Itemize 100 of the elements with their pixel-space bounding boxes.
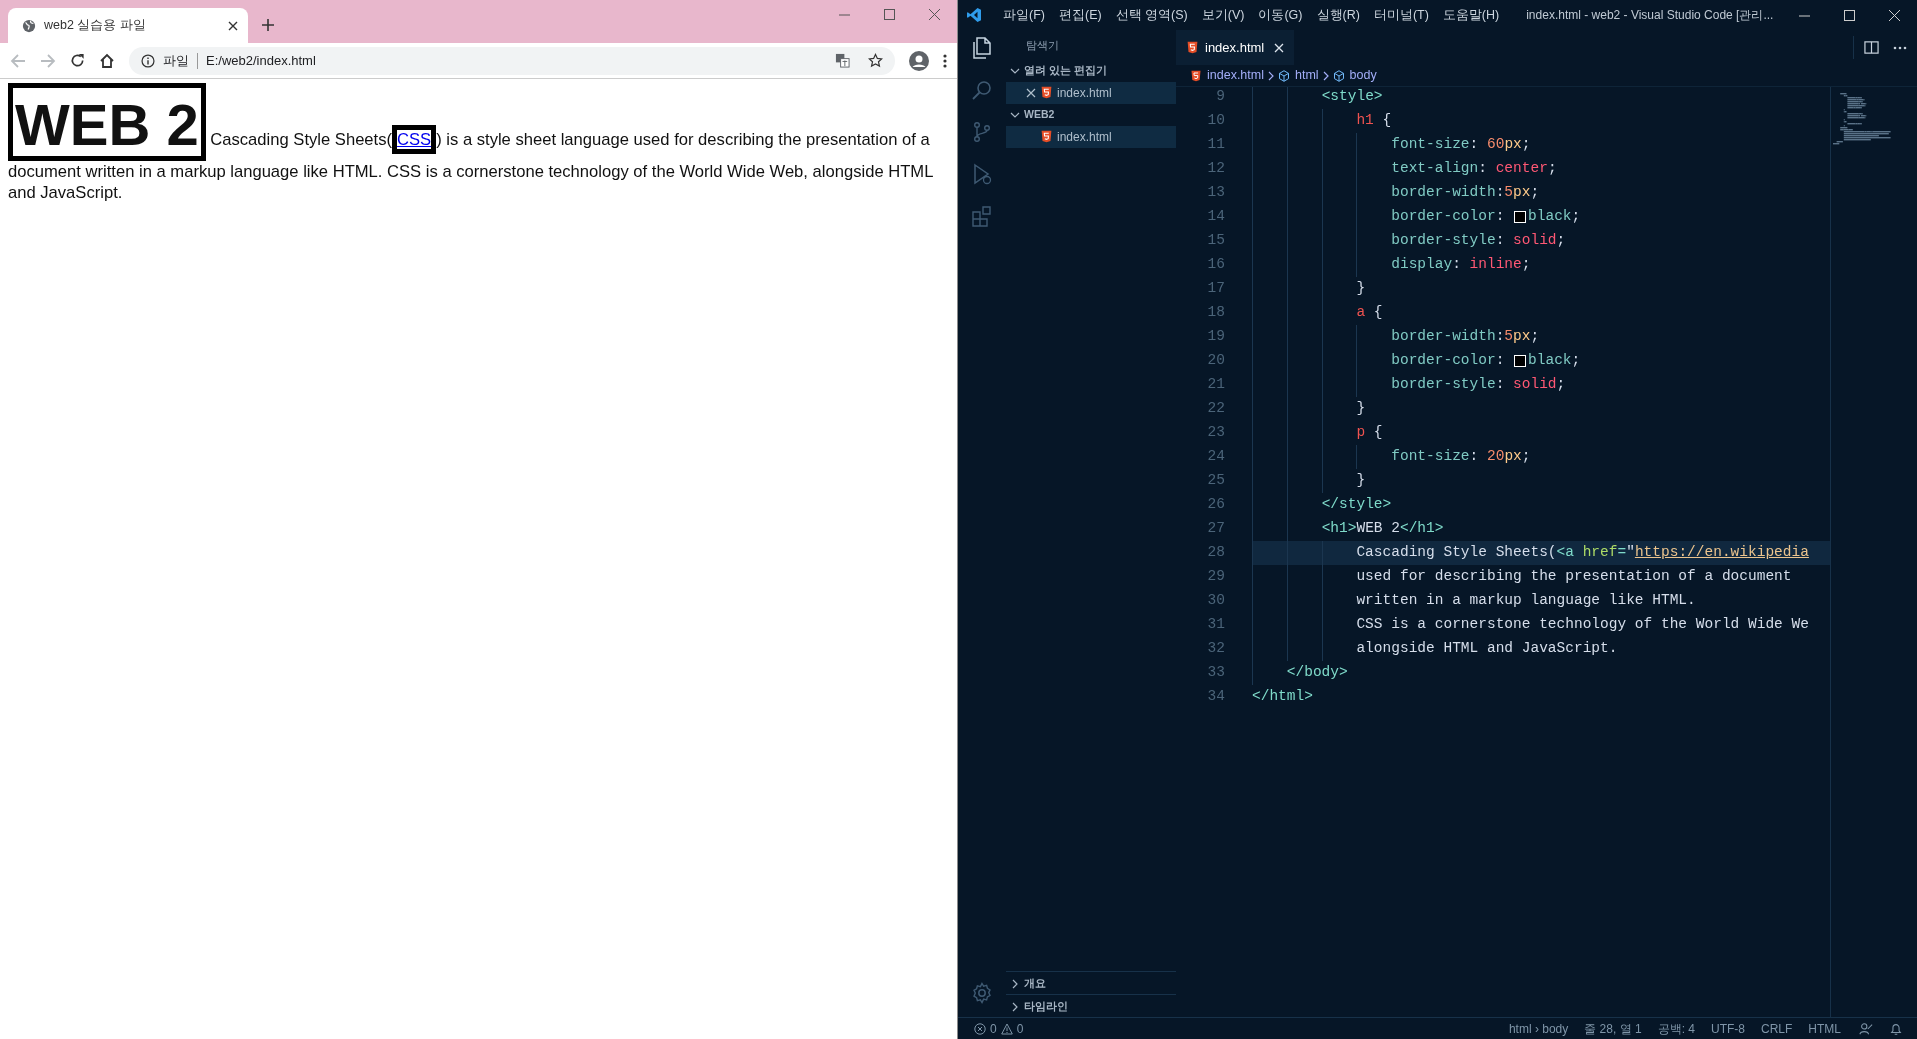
line-number: 17: [1206, 279, 1225, 299]
section-header[interactable]: 열려 있는 편집기: [1006, 59, 1176, 82]
translate-icon[interactable]: [835, 53, 850, 68]
home-icon[interactable]: [99, 52, 115, 69]
code-text: h1 {: [1356, 111, 1392, 131]
menu-item[interactable]: 터미널(T): [1366, 5, 1436, 25]
code-text: border-color:: [1391, 351, 1506, 371]
section-header[interactable]: 타임라인: [1006, 995, 1176, 1017]
menu-item[interactable]: 파일(F): [996, 5, 1052, 25]
settings-icon[interactable]: [970, 981, 994, 1005]
line-number: 20: [1206, 351, 1225, 371]
code-text: }: [1356, 471, 1366, 491]
code-text: </style>: [1321, 495, 1392, 515]
code-text: border-style: solid;: [1391, 375, 1566, 395]
line-number: 19: [1206, 327, 1225, 347]
files-icon[interactable]: [970, 36, 994, 60]
menu-item[interactable]: 도움말(H): [1435, 5, 1507, 25]
warning-icon: [1000, 1022, 1013, 1035]
feedback-icon[interactable]: [1859, 1021, 1873, 1036]
file-item[interactable]: index.html: [1006, 125, 1176, 148]
line-number: 29: [1206, 567, 1225, 587]
problems-button[interactable]: 0 0: [966, 1019, 1032, 1038]
page-paragraph: document written in a markup language like HTML. CSS is a cornerstone technology of the World Wide Web, alongside HTML and JavaScript.: [8, 161, 934, 203]
menu-item[interactable]: 선택 영역(S): [1108, 5, 1195, 25]
editor-tab[interactable]: index.html: [1176, 30, 1295, 65]
line-number: 22: [1206, 399, 1225, 419]
chevron-icon: [1010, 978, 1020, 989]
close-icon[interactable]: [228, 20, 238, 31]
browser-tab[interactable]: web2 실습용 파일: [8, 8, 248, 43]
code-text: </html>: [1252, 687, 1313, 707]
status-item[interactable]: HTML: [1800, 1019, 1849, 1038]
line-number: 23: [1206, 423, 1225, 443]
menu-item[interactable]: 실행(R): [1309, 5, 1367, 25]
code-text: font-size: 60px;: [1391, 135, 1531, 155]
line-number: 26: [1206, 495, 1225, 515]
status-item[interactable]: html › body: [1500, 1019, 1577, 1038]
html-file-icon: [1190, 69, 1202, 82]
address-bar[interactable]: 파일 E:/web2/index.html: [129, 46, 895, 75]
breadcrumb-item[interactable]: index.html: [1190, 66, 1264, 85]
line-number: 15: [1206, 231, 1225, 251]
menu-icon[interactable]: [943, 53, 947, 68]
line-number: 27: [1206, 519, 1225, 539]
breadcrumb-item[interactable]: html: [1278, 66, 1319, 85]
star-icon[interactable]: [868, 53, 883, 68]
sidebar-title: 탐색기: [1025, 38, 1060, 53]
menu-item[interactable]: 이동(G): [1251, 5, 1310, 25]
split-editor-icon[interactable]: [1864, 40, 1879, 55]
menu-item[interactable]: 편집(E): [1051, 5, 1109, 25]
code-text: border-style: solid;: [1391, 231, 1566, 251]
html-file-icon: [1040, 86, 1053, 100]
color-swatch-icon: [1514, 211, 1527, 223]
code-text: p {: [1356, 423, 1383, 443]
menu-item[interactable]: 보기(V): [1194, 5, 1252, 25]
code-text: </body>: [1286, 663, 1348, 683]
line-number: 16: [1206, 255, 1225, 275]
url-text: E:/web2/index.html: [206, 51, 317, 70]
status-item[interactable]: UTF-8: [1703, 1019, 1753, 1038]
status-item[interactable]: 줄 28, 열 1: [1576, 1019, 1650, 1038]
code-text: display: inline;: [1391, 255, 1531, 275]
code-text: written in a markup language like HTML.: [1356, 591, 1696, 611]
code-text: alongside HTML and JavaScript.: [1356, 639, 1618, 659]
line-number: 33: [1206, 663, 1225, 683]
section-header[interactable]: WEB2: [1006, 103, 1176, 126]
line-number: 12: [1206, 159, 1225, 179]
page-heading: WEB 2: [8, 83, 206, 161]
avatar-icon[interactable]: [909, 50, 929, 71]
vscode-logo-icon: [966, 7, 982, 23]
minimap-drawing: [1831, 91, 1891, 147]
line-number: 14: [1206, 207, 1225, 227]
line-number: 32: [1206, 639, 1225, 659]
status-item[interactable]: 공백: 4: [1649, 1019, 1703, 1038]
code-text: <style>: [1321, 87, 1383, 107]
code-text: used for describing the presentation of a document: [1356, 567, 1792, 587]
status-item[interactable]: CRLF: [1753, 1019, 1801, 1038]
line-number: 28: [1206, 543, 1225, 563]
error-icon: [974, 1022, 986, 1035]
chevron-icon: [1010, 1001, 1020, 1012]
code-text: CSS is a cornerstone technology of the World Wide We: [1356, 615, 1809, 635]
scheme-label: 파일: [163, 51, 189, 70]
search-icon[interactable]: [970, 78, 994, 102]
code-text: text-align: center;: [1391, 159, 1557, 179]
page-paragraph: Cascading Style Sheets( CSS ) is a style sheet language used for describing the presentation of a: [210, 125, 930, 154]
page-link[interactable]: CSS: [392, 125, 437, 154]
info-icon[interactable]: [141, 53, 155, 68]
new-tab-icon[interactable]: [262, 19, 274, 31]
window-title: index.html - web2 - Visual Studio Code [관리...: [1526, 7, 1774, 24]
line-number: 11: [1206, 135, 1225, 155]
bell-icon[interactable]: [1889, 1021, 1903, 1036]
close-icon[interactable]: [1026, 87, 1036, 98]
section-header[interactable]: 개요: [1006, 972, 1176, 994]
code-text: border-width:5px;: [1391, 327, 1540, 347]
code-text: font-size: 20px;: [1391, 447, 1531, 467]
html-file-icon: [1186, 41, 1199, 54]
line-number: 25: [1206, 471, 1225, 491]
file-item[interactable]: index.html: [1006, 81, 1176, 104]
reload-icon[interactable]: [70, 53, 85, 68]
breadcrumb-item[interactable]: body: [1332, 66, 1377, 85]
more-icon[interactable]: [1893, 45, 1907, 50]
code-text: <h1>WEB 2</h1>: [1321, 519, 1444, 539]
code-text: black;: [1528, 207, 1581, 227]
